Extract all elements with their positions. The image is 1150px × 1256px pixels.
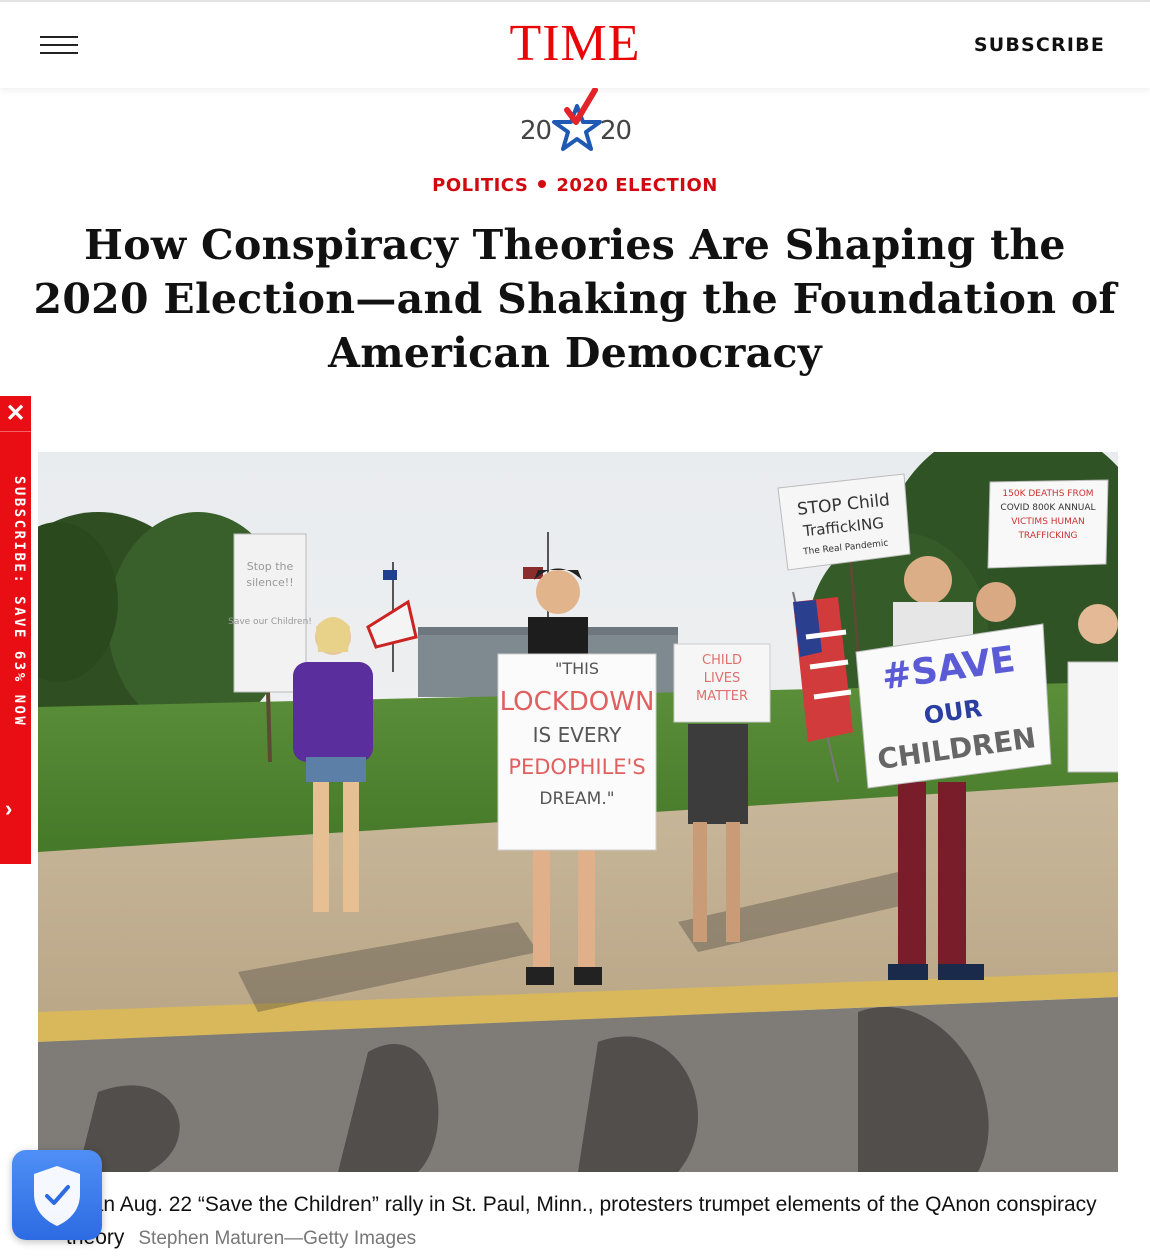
sign-child-line-1: CHILD bbox=[702, 653, 742, 668]
left-sign-line-2: silence!! bbox=[246, 576, 293, 589]
sign-lockdown-line-1: "THIS bbox=[555, 659, 599, 678]
sign-child-line-3: MATTER bbox=[696, 689, 748, 704]
close-icon[interactable]: ✕ bbox=[0, 396, 31, 432]
kicker-separator bbox=[538, 180, 547, 188]
topic-link-2020-election[interactable]: 2020 ELECTION bbox=[556, 175, 717, 196]
side-tab-text[interactable]: SUBSCRIBE: SAVE 63% NOW bbox=[11, 476, 27, 786]
sign-lockdown-line-2: LOCKDOWN bbox=[500, 687, 655, 717]
sign-lockdown-line-3: IS EVERY bbox=[533, 723, 623, 747]
photo-credit: Stephen Maturen—Getty Images bbox=[138, 1228, 417, 1249]
hero-photo[interactable]: Stop the silence!! Save our Children! "T… bbox=[38, 452, 1118, 1172]
sign-this-lockdown bbox=[497, 653, 657, 851]
sign-covid-line-3: VICTIMS HUMAN bbox=[1011, 517, 1085, 527]
article-kicker: POLITICS 2020 ELECTION bbox=[0, 175, 1150, 196]
subscribe-side-tab[interactable]: ✕ SUBSCRIBE: SAVE 63% NOW › bbox=[0, 396, 31, 864]
election-2020-badge[interactable]: 20 20 bbox=[515, 88, 640, 160]
sign-child-line-2: LIVES bbox=[704, 671, 740, 686]
sign-lockdown-line-4: PEDOPHILE'S bbox=[508, 755, 645, 779]
photo-caption: At an Aug. 22 “Save the Children” rally … bbox=[66, 1188, 1126, 1255]
privacy-shield-button[interactable] bbox=[12, 1150, 102, 1240]
sign-covid-line-1: 150K DEATHS FROM bbox=[1002, 489, 1093, 499]
shield-check-icon bbox=[34, 1166, 80, 1226]
article-headline: How Conspiracy Theories Are Shaping the … bbox=[33, 221, 1117, 377]
subscribe-button[interactable]: SUBSCRIBE bbox=[974, 34, 1105, 56]
left-sign-line-1: Stop the bbox=[247, 560, 294, 573]
sign-covid-line-4: TRAFFICKING bbox=[1017, 531, 1077, 541]
sign-covid-line-2: COVID 800K ANNUAL bbox=[1000, 503, 1095, 513]
site-header: TIME SUBSCRIBE bbox=[0, 2, 1150, 88]
sign-stop-the-silence bbox=[233, 533, 307, 693]
sign-lockdown-line-5: DREAM." bbox=[539, 789, 614, 809]
badge-right-digits: 20 bbox=[600, 116, 632, 146]
section-link-politics[interactable]: POLITICS bbox=[432, 175, 528, 196]
chevron-right-icon[interactable]: › bbox=[5, 796, 27, 821]
protest-photo-illustration: Stop the silence!! Save our Children! "T… bbox=[38, 452, 1118, 1172]
left-sign-line-3: Save our Children! bbox=[228, 617, 312, 627]
